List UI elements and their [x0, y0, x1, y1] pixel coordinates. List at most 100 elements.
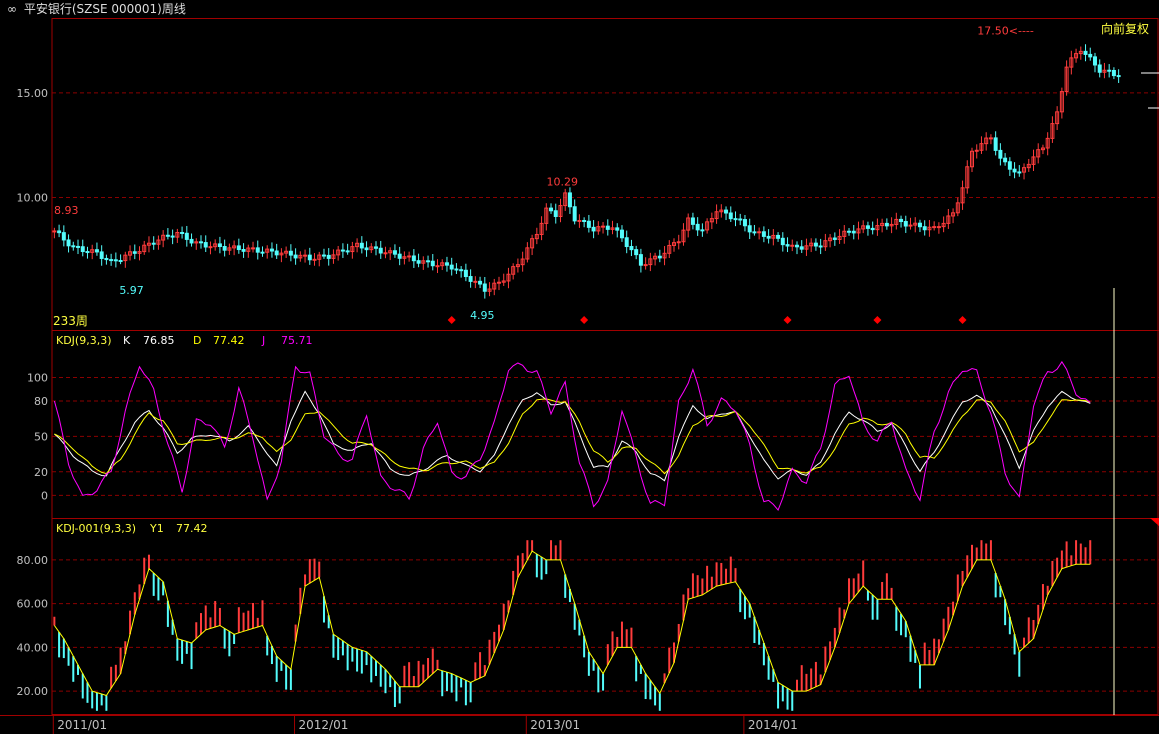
candle-body [303, 254, 308, 257]
candle-body [922, 226, 927, 231]
candle-body [591, 226, 596, 232]
candle-body [615, 227, 620, 231]
candle [151, 236, 156, 250]
candle-body [397, 253, 402, 259]
candle [544, 203, 549, 231]
link-icon[interactable]: ∞ [4, 0, 20, 18]
candle-body [307, 254, 312, 261]
candle [700, 223, 705, 237]
chart-stage[interactable]: 2011/01 2012/01 2013/01 2014/01 15.00 10.00 8… [0, 18, 1159, 734]
candle [563, 188, 568, 211]
candle [932, 221, 937, 231]
candle [374, 241, 379, 256]
candle-body [695, 223, 700, 231]
candle [586, 214, 591, 233]
title-bar: ∞ 平安银行(SZSE 000001)周线 [0, 0, 1159, 18]
candle [1017, 165, 1022, 177]
candle-body [222, 246, 227, 251]
candle-body [690, 217, 695, 225]
price-annotation-left: 8.93 [54, 204, 79, 217]
candle-body [473, 280, 478, 283]
candle-body [85, 251, 90, 254]
kdj001-panel[interactable] [53, 540, 1092, 711]
candle-body [1012, 168, 1017, 173]
candle [525, 242, 530, 263]
candle [917, 219, 922, 233]
candle [643, 257, 648, 270]
candle [52, 227, 57, 239]
candle-body [752, 231, 757, 234]
candle-body [870, 227, 875, 231]
candle [681, 223, 686, 246]
candle [638, 248, 643, 273]
candle-body [151, 242, 156, 245]
candle-body [1017, 171, 1022, 174]
candle-body [908, 224, 913, 227]
candle [312, 253, 317, 266]
candle [870, 221, 875, 235]
candle [634, 245, 639, 260]
candle [1026, 158, 1031, 172]
candle [208, 241, 213, 255]
signal-marker [580, 316, 589, 324]
candle-body [1107, 69, 1112, 72]
candle-body [165, 234, 170, 237]
candle [837, 229, 842, 244]
candle-body [643, 264, 648, 267]
candle-body [1116, 75, 1121, 78]
candle [690, 212, 695, 230]
candle [241, 243, 246, 258]
candle [468, 269, 473, 288]
kdj-d-label: D [193, 334, 201, 347]
candle [965, 160, 970, 194]
candle-body [326, 254, 331, 259]
candle [804, 238, 809, 256]
signal-marker [447, 316, 456, 324]
candle [222, 239, 227, 257]
date-tick-label: 2011/01 [57, 718, 107, 732]
candle-body [780, 237, 785, 246]
candle-body [761, 231, 766, 237]
candle-body [435, 265, 440, 268]
candle [619, 225, 624, 242]
candle-body [884, 222, 889, 227]
candle [946, 208, 951, 229]
candle [217, 236, 222, 254]
candle-body [392, 250, 397, 255]
date-axis: 2011/01 2012/01 2013/01 2014/01 [52, 715, 798, 734]
price-panel[interactable] [52, 44, 1121, 324]
candle [128, 245, 133, 261]
candle [113, 252, 118, 268]
kdj-d-value: 77.42 [213, 334, 245, 347]
candle-body [184, 232, 189, 240]
kdj001-title: KDJ-001(9,3,3) [56, 522, 136, 535]
candle-body [312, 258, 317, 261]
candle-body [799, 246, 804, 250]
candle-body [601, 225, 606, 228]
candle [482, 276, 487, 299]
candle-body [109, 259, 114, 262]
candle [1097, 59, 1102, 78]
candle [970, 147, 975, 173]
candle [596, 221, 601, 235]
candle [733, 211, 738, 227]
candle [653, 252, 658, 266]
candle [988, 134, 993, 145]
candle-body [818, 245, 823, 248]
candle-body [974, 149, 979, 152]
candle-body [99, 251, 104, 259]
corner-marker [1150, 518, 1159, 526]
candle-body [255, 247, 260, 253]
candle [104, 254, 109, 265]
candle-body [790, 244, 795, 247]
candle [676, 234, 681, 250]
candle-body [407, 255, 412, 258]
candle-body [449, 264, 454, 270]
candle [407, 251, 412, 262]
candle-body [80, 246, 85, 253]
candle [118, 254, 123, 265]
candle [624, 230, 629, 254]
candle [1031, 149, 1036, 171]
candle [1059, 87, 1064, 119]
candle [170, 229, 175, 245]
